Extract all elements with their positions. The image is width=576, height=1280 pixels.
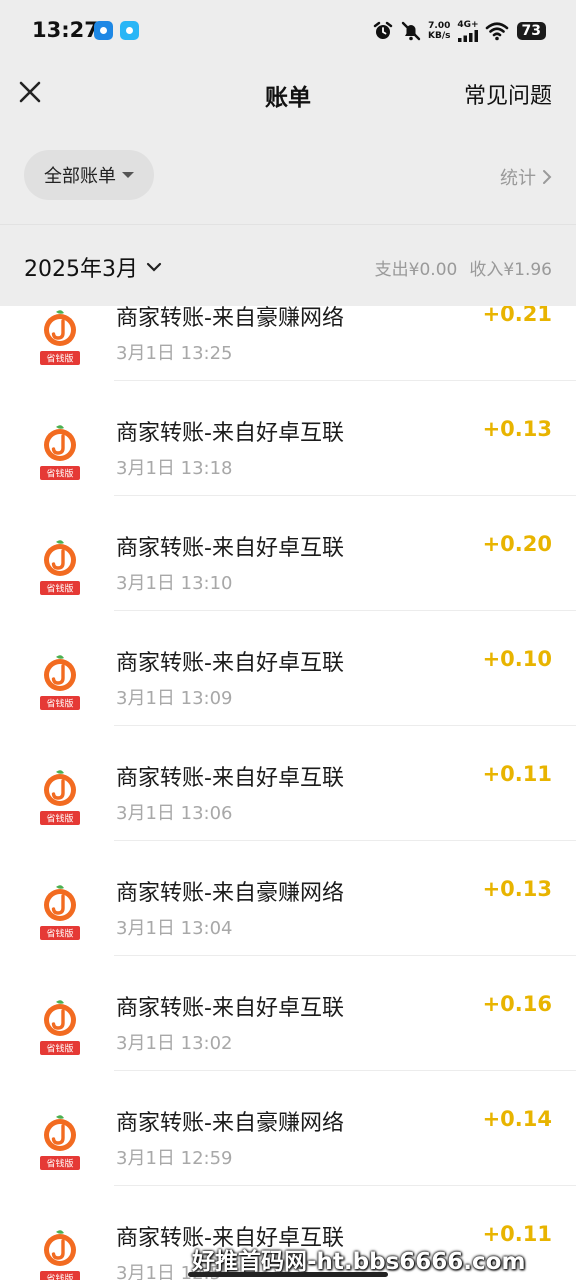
svg-text:省钱版: 省钱版 <box>46 1158 73 1170</box>
transaction-title: 商家转账-来自豪赚网络 <box>116 1111 344 1136</box>
battery-indicator: 73 <box>516 22 546 40</box>
cellular-signal-icon: 4G+ <box>457 20 479 42</box>
transaction-row[interactable]: 省钱版 商家转账-来自好卓互联 3月1日 13:09 +0.10 <box>0 611 576 726</box>
alarm-icon <box>372 20 394 42</box>
app-logo-icon: 省钱版 <box>37 768 83 826</box>
transaction-amount: +0.13 <box>482 877 552 901</box>
chevron-down-icon <box>146 262 162 272</box>
status-indicators: 7.00 KB/s 4G+ 73 <box>372 18 546 44</box>
all-bills-label: 全部账单 <box>44 166 116 187</box>
expense-total: 支出¥0.00 <box>374 260 458 280</box>
app-logo-icon: 省钱版 <box>37 1113 83 1171</box>
transaction-title: 商家转账-来自好卓互联 <box>116 536 344 561</box>
network-speed: 7.00 KB/s <box>428 21 450 41</box>
app-logo-icon: 省钱版 <box>37 998 83 1056</box>
transaction-amount: +0.10 <box>482 647 552 671</box>
transaction-time: 3月1日 13:06 <box>116 803 233 824</box>
transaction-row[interactable]: 省钱版 商家转账-来自好卓互联 3月1日 13:06 +0.11 <box>0 726 576 841</box>
svg-text:省钱版: 省钱版 <box>46 468 73 480</box>
svg-text:省钱版: 省钱版 <box>46 928 73 940</box>
svg-text:省钱版: 省钱版 <box>46 353 73 365</box>
watermark: 好推首码网-ht.bbs6666.com <box>192 1249 526 1275</box>
transaction-amount: +0.20 <box>482 532 552 556</box>
transaction-row[interactable]: 省钱版 商家转账-来自好卓互联 3月1日 13:18 +0.13 <box>0 381 576 496</box>
app-notification-icon <box>120 21 139 40</box>
chevron-right-icon <box>543 170 552 184</box>
month-totals: 支出¥0.00 收入¥1.96 <box>375 255 552 280</box>
header: 账单 常见问题 <box>0 62 576 126</box>
network-type: 4G+ <box>457 20 479 30</box>
transaction-amount: +0.13 <box>482 417 552 441</box>
svg-text:省钱版: 省钱版 <box>46 1043 73 1055</box>
net-speed-value: 7.00 <box>428 21 451 31</box>
transaction-title: 商家转账-来自好卓互联 <box>116 996 344 1021</box>
all-bills-filter-button[interactable]: 全部账单 <box>24 150 154 200</box>
app-logo-icon: 省钱版 <box>37 423 83 481</box>
transaction-row[interactable]: 省钱版 商家转账-来自好卓互联 3月1日 13:10 +0.20 <box>0 496 576 611</box>
stats-label: 统计 <box>500 168 536 189</box>
svg-text:省钱版: 省钱版 <box>46 1273 73 1280</box>
stats-link[interactable]: 统计 <box>500 164 552 190</box>
svg-text:省钱版: 省钱版 <box>46 813 73 825</box>
transaction-list[interactable]: 省钱版 商家转账-来自豪赚网络 3月1日 13:25 +0.21 省钱版 商家转… <box>0 266 576 1280</box>
transaction-row[interactable]: 省钱版 商家转账-来自豪赚网络 3月1日 13:04 +0.13 <box>0 841 576 956</box>
month-label: 2025年3月 <box>24 257 138 282</box>
month-summary-bar: 2025年3月 支出¥0.00 收入¥1.96 <box>0 224 576 306</box>
transaction-title: 商家转账-来自好卓互联 <box>116 421 344 446</box>
app-logo-icon: 省钱版 <box>37 1228 83 1280</box>
app-logo-icon: 省钱版 <box>37 538 83 596</box>
transaction-amount: +0.16 <box>482 992 552 1016</box>
net-speed-unit: KB/s <box>428 31 451 41</box>
app-logo-icon: 省钱版 <box>37 308 83 366</box>
svg-text:省钱版: 省钱版 <box>46 698 73 710</box>
income-total: 收入¥1.96 <box>469 260 552 280</box>
svg-text:省钱版: 省钱版 <box>46 583 73 595</box>
transaction-time: 3月1日 13:02 <box>116 1033 233 1054</box>
filter-bar: 全部账单 统计 <box>0 126 576 224</box>
caret-down-icon <box>122 172 134 178</box>
app-logo-icon: 省钱版 <box>37 653 83 711</box>
transaction-title: 商家转账-来自好卓互联 <box>116 766 344 791</box>
month-picker[interactable]: 2025年3月 <box>24 251 162 283</box>
app-notification-icon <box>94 21 113 40</box>
transaction-row[interactable]: 省钱版 商家转账-来自好卓互联 3月1日 13:02 +0.16 <box>0 956 576 1071</box>
transaction-amount: +0.14 <box>482 1107 552 1131</box>
transaction-time: 3月1日 13:10 <box>116 573 233 594</box>
mute-bell-icon <box>400 20 422 42</box>
faq-link[interactable]: 常见问题 <box>464 78 552 110</box>
transaction-time: 3月1日 12:59 <box>116 1148 233 1169</box>
transaction-title: 商家转账-来自豪赚网络 <box>116 881 344 906</box>
transaction-time: 3月1日 13:18 <box>116 458 233 479</box>
app-logo-icon: 省钱版 <box>37 883 83 941</box>
transaction-row[interactable]: 省钱版 商家转账-来自豪赚网络 3月1日 12:59 +0.14 <box>0 1071 576 1186</box>
transaction-time: 3月1日 13:09 <box>116 688 233 709</box>
transaction-amount: +0.11 <box>482 762 552 786</box>
transaction-title: 商家转账-来自好卓互联 <box>116 651 344 676</box>
transaction-time: 3月1日 13:25 <box>116 343 233 364</box>
status-time: 13:27 <box>32 18 99 42</box>
wifi-icon <box>485 21 509 41</box>
status-bar: 13:27 7.00 KB/s 4G+ 73 <box>0 0 576 62</box>
home-indicator[interactable] <box>188 1272 388 1277</box>
transaction-time: 3月1日 13:04 <box>116 918 233 939</box>
